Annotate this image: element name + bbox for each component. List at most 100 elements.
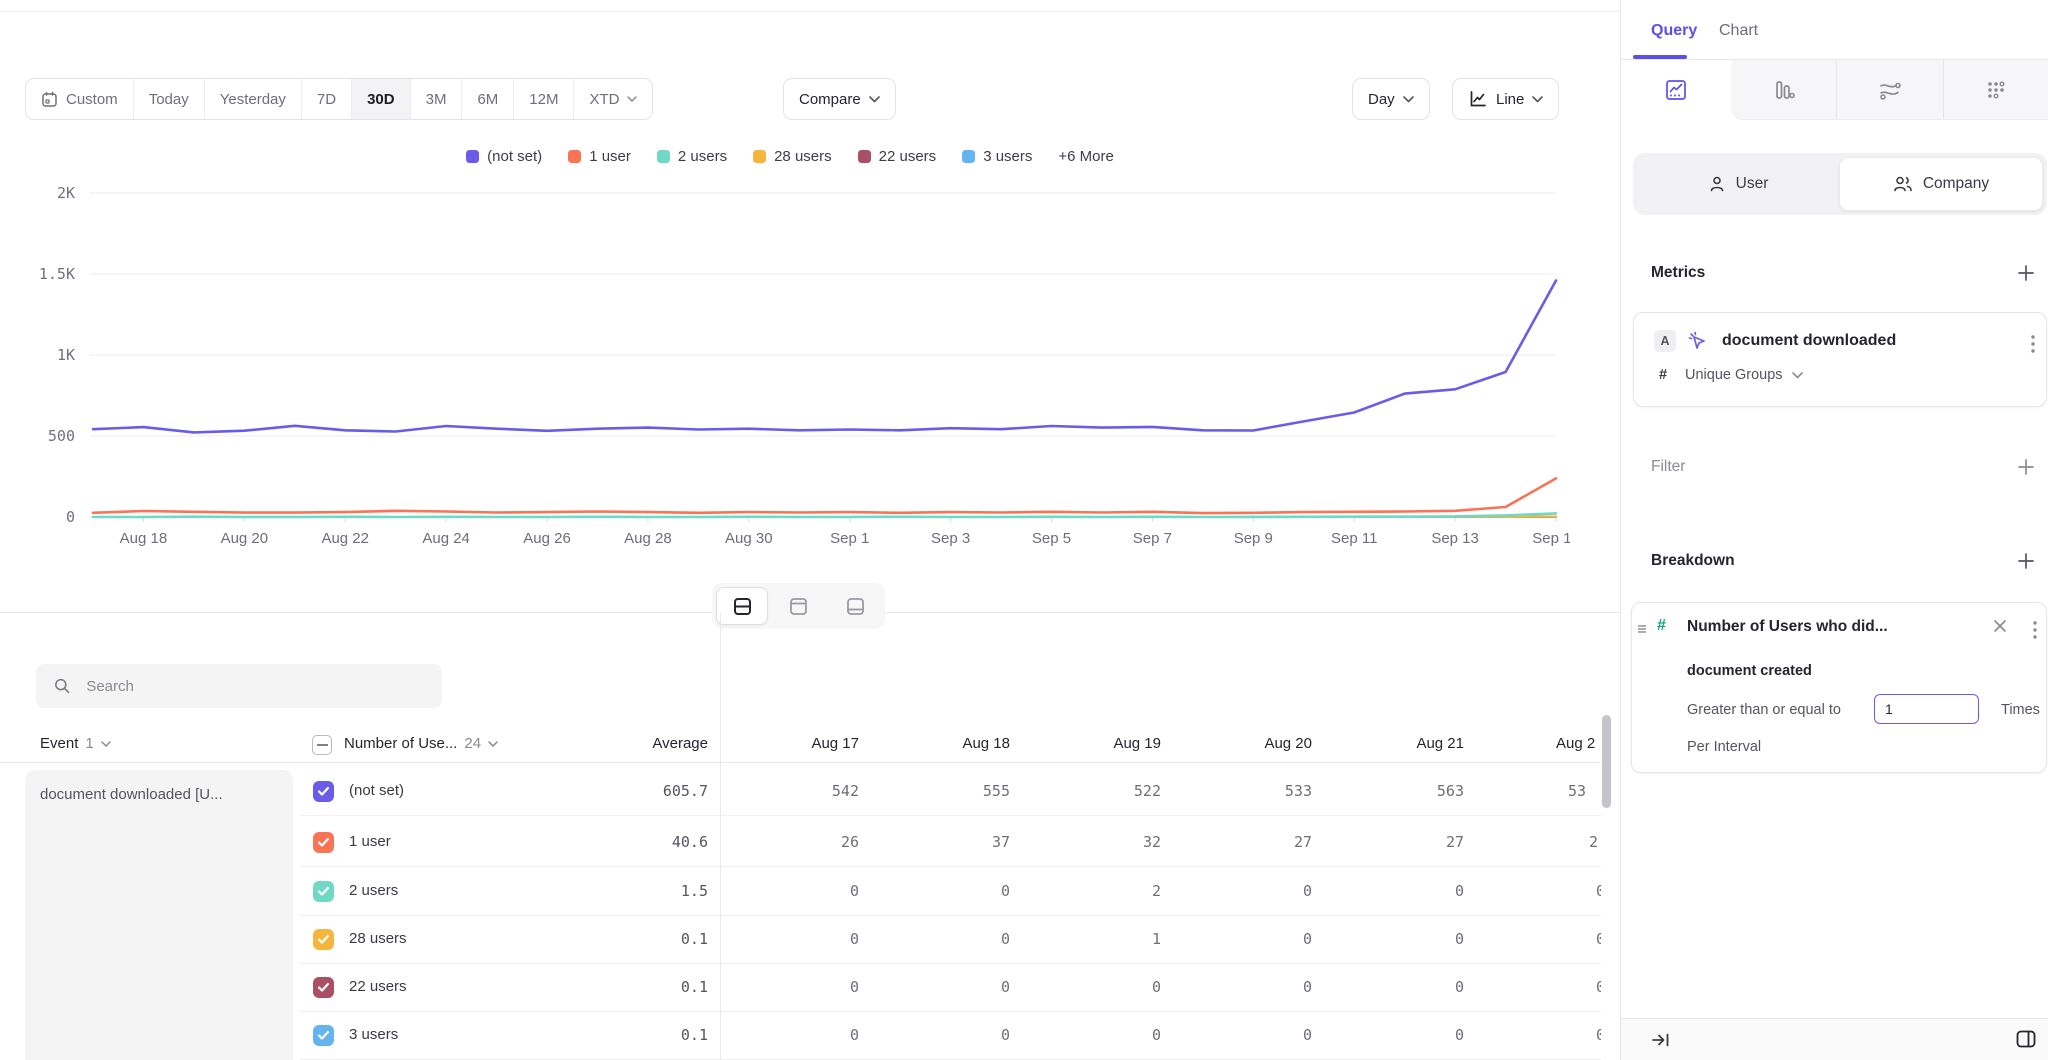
breakdown-title[interactable]: Number of Users who did... bbox=[1687, 618, 1888, 636]
breakdown-condition-label: Greater than or equal to bbox=[1687, 702, 1841, 718]
add-metric-button[interactable] bbox=[2017, 264, 2035, 282]
split-view-button[interactable] bbox=[716, 587, 768, 625]
event-list-item[interactable]: document downloaded [U... bbox=[40, 786, 280, 803]
chart-view-button[interactable] bbox=[773, 587, 825, 625]
date-column-header: Aug 20 bbox=[1161, 735, 1312, 752]
search-input[interactable] bbox=[84, 677, 424, 696]
breakdown-event-name[interactable]: document created bbox=[1687, 663, 1812, 679]
compare-button[interactable]: Compare bbox=[783, 78, 896, 120]
cell-value: 0 bbox=[708, 882, 859, 900]
add-breakdown-button[interactable] bbox=[2017, 552, 2035, 570]
date-range-xtd[interactable]: XTD bbox=[574, 79, 652, 119]
series-checkbox[interactable] bbox=[313, 832, 334, 853]
chart-toolbar: CustomTodayYesterday7D 30D 3M 6M 12M XTD Comp… bbox=[0, 78, 1620, 120]
analytics-app: CustomTodayYesterday7D 30D 3M 6M 12M XTD Comp… bbox=[0, 0, 2048, 1060]
cell-value: 0 bbox=[1161, 978, 1312, 996]
svg-text:1.5K: 1.5K bbox=[39, 265, 75, 283]
date-range-30d[interactable]: 30D bbox=[352, 79, 411, 119]
cell-value: 0 bbox=[1596, 930, 1601, 948]
scope-company[interactable]: Company bbox=[1839, 157, 2043, 211]
drag-handle-icon[interactable] bbox=[1635, 622, 1649, 636]
collapse-panel-icon[interactable] bbox=[1651, 1030, 1671, 1050]
cell-value: 2 bbox=[1589, 833, 1601, 851]
legend-swatch bbox=[568, 150, 581, 163]
date-range-label: 12M bbox=[529, 91, 558, 108]
chart-type-dropdown[interactable]: Line bbox=[1452, 78, 1559, 120]
toggle-sidebar-icon[interactable] bbox=[2015, 1028, 2037, 1050]
legend-item[interactable]: 28 users bbox=[753, 148, 832, 165]
cell-value: 0 bbox=[1161, 1026, 1312, 1044]
measure-dropdown[interactable]: Unique Groups bbox=[1685, 367, 1803, 383]
legend-more[interactable]: +6 More bbox=[1058, 148, 1113, 165]
series-column-header[interactable]: Number of Use...24 bbox=[344, 735, 498, 752]
tab-flow-chart[interactable] bbox=[1836, 60, 1942, 119]
table-view-button[interactable] bbox=[829, 587, 881, 625]
check-icon bbox=[317, 886, 330, 897]
metrics-heading: Metrics bbox=[1651, 264, 1705, 282]
series-label: 22 users bbox=[349, 978, 407, 995]
check-icon bbox=[317, 982, 330, 993]
date-range-6m[interactable]: 6M bbox=[462, 79, 514, 119]
date-range-custom[interactable]: Custom bbox=[26, 79, 134, 119]
add-filter-button[interactable] bbox=[2017, 458, 2035, 476]
cell-value: 2 bbox=[1010, 882, 1161, 900]
search-icon bbox=[54, 677, 70, 695]
event-count: 1 bbox=[85, 735, 93, 752]
legend-label: 2 users bbox=[678, 148, 727, 165]
cell-value: 27 bbox=[1161, 833, 1312, 851]
metric-card: A document downloaded # Unique Groups bbox=[1633, 312, 2047, 407]
cell-value: 0 bbox=[1313, 930, 1464, 948]
legend-item[interactable]: 22 users bbox=[858, 148, 937, 165]
close-icon[interactable] bbox=[1992, 618, 2008, 634]
legend-swatch bbox=[858, 150, 871, 163]
cell-value: 53 bbox=[1568, 782, 1601, 800]
filter-heading: Filter bbox=[1651, 458, 1685, 476]
date-range-label: 30D bbox=[367, 91, 395, 108]
table-scrollbar[interactable] bbox=[1602, 715, 1611, 808]
cell-value: 522 bbox=[1010, 782, 1161, 800]
tab-line-chart[interactable] bbox=[1621, 60, 1731, 120]
date-column-header: Aug 17 bbox=[708, 735, 859, 752]
date-range-12m[interactable]: 12M bbox=[514, 79, 574, 119]
date-range-label: 6M bbox=[477, 91, 498, 108]
table-search bbox=[36, 664, 442, 708]
date-range-yesterday[interactable]: Yesterday bbox=[205, 79, 302, 119]
tab-query[interactable]: Query bbox=[1651, 22, 1697, 40]
chevron-down-icon bbox=[1403, 96, 1414, 103]
tab-more-charts[interactable] bbox=[1943, 60, 2048, 119]
series-checkbox[interactable] bbox=[313, 929, 334, 950]
table-row: 3 users0.1000000 bbox=[300, 1012, 1601, 1060]
scope-user[interactable]: User bbox=[1637, 157, 1839, 211]
date-range-today[interactable]: Today bbox=[134, 79, 205, 119]
legend-item[interactable]: 2 users bbox=[657, 148, 727, 165]
interval-dropdown[interactable]: Day bbox=[1352, 78, 1430, 120]
svg-text:Aug 20: Aug 20 bbox=[221, 530, 269, 547]
legend-item[interactable]: 3 users bbox=[962, 148, 1032, 165]
tab-chart[interactable]: Chart bbox=[1719, 22, 1758, 40]
tab-bar-chart[interactable] bbox=[1731, 60, 1836, 119]
autocapture-spark-icon bbox=[1686, 329, 1710, 353]
legend-label: 28 users bbox=[774, 148, 832, 165]
breakdown-value-input[interactable] bbox=[1874, 694, 1979, 724]
calendar-icon bbox=[41, 91, 58, 108]
date-range-label: XTD bbox=[589, 91, 619, 108]
kebab-menu-icon[interactable] bbox=[2030, 333, 2036, 355]
date-range-3m[interactable]: 3M bbox=[411, 79, 463, 119]
chart-type-label: Line bbox=[1496, 91, 1524, 108]
series-checkbox[interactable] bbox=[313, 977, 334, 998]
scope-user-label: User bbox=[1736, 175, 1769, 193]
cell-value: 555 bbox=[859, 782, 1010, 800]
select-all-checkbox[interactable] bbox=[312, 735, 332, 755]
date-range-7d[interactable]: 7D bbox=[302, 79, 352, 119]
event-column-header[interactable]: Event1 bbox=[40, 735, 111, 752]
metric-event-name[interactable]: document downloaded bbox=[1722, 332, 1896, 350]
series-checkbox[interactable] bbox=[313, 1025, 334, 1046]
table-row: 22 users0.1000000 bbox=[300, 964, 1601, 1012]
series-checkbox[interactable] bbox=[313, 781, 334, 802]
series-checkbox[interactable] bbox=[313, 881, 334, 902]
cell-value: 563 bbox=[1313, 782, 1464, 800]
kebab-menu-icon[interactable] bbox=[2032, 619, 2038, 641]
legend-item[interactable]: (not set) bbox=[466, 148, 542, 165]
legend-item[interactable]: 1 user bbox=[568, 148, 631, 165]
check-icon bbox=[317, 837, 330, 848]
